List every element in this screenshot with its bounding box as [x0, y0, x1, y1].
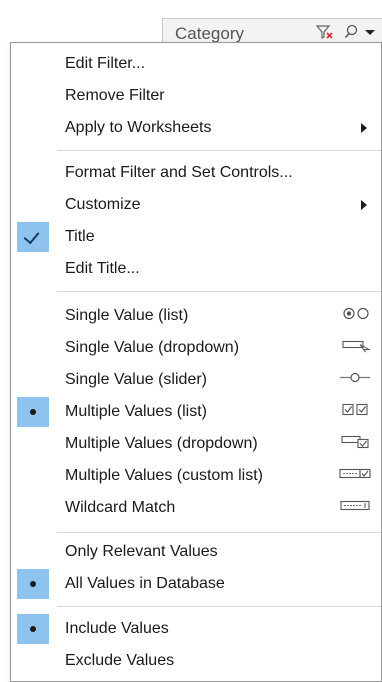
menu-separator: [57, 606, 381, 607]
menu-item-include-values[interactable]: Include Values: [11, 614, 381, 644]
menu-item-label: Single Value (dropdown): [65, 339, 240, 356]
menu-separator: [57, 532, 381, 533]
custom-list-icon: [339, 467, 371, 486]
menu-item-label: Exclude Values: [65, 652, 175, 669]
menu-item-edit-filter[interactable]: Edit Filter...: [11, 49, 381, 79]
menu-item-multiple-values-custom-list[interactable]: Multiple Values (custom list): [11, 461, 381, 491]
menu-item-multiple-values-dropdown[interactable]: Multiple Values (dropdown): [11, 429, 381, 459]
menu-item-label: Multiple Values (list): [65, 403, 207, 420]
menu-item-label: All Values in Database: [65, 575, 225, 592]
wildcard-field-icon: [339, 499, 371, 518]
menu-item-edit-title[interactable]: Edit Title...: [11, 254, 381, 284]
menu-item-title[interactable]: Title: [11, 222, 381, 252]
menu-item-single-value-list[interactable]: Single Value (list): [11, 301, 381, 331]
menu-item-label: Include Values: [65, 620, 169, 637]
menu-item-label: Format Filter and Set Controls...: [65, 164, 293, 181]
menu-item-label: Single Value (list): [65, 307, 189, 324]
multi-dropdown-icon: [341, 435, 371, 454]
menu-item-label: Title: [65, 228, 95, 245]
menu-item-single-value-slider[interactable]: Single Value (slider): [11, 365, 381, 395]
menu-item-customize[interactable]: Customize: [11, 190, 381, 220]
selected-bullet-icon: [17, 614, 49, 644]
menu-item-multiple-values-list[interactable]: Multiple Values (list): [11, 397, 381, 427]
menu-item-only-relevant-values[interactable]: Only Relevant Values: [11, 537, 381, 567]
menu-item-wildcard-match[interactable]: Wildcard Match: [11, 493, 381, 523]
checkmark-icon: [17, 222, 49, 252]
menu-item-label: Multiple Values (dropdown): [65, 435, 258, 452]
submenu-arrow-icon: [361, 123, 367, 133]
menu-item-remove-filter[interactable]: Remove Filter: [11, 81, 381, 111]
menu-item-exclude-values[interactable]: Exclude Values: [11, 646, 381, 676]
menu-item-label: Single Value (slider): [65, 371, 207, 388]
menu-item-label: Remove Filter: [65, 87, 165, 104]
menu-item-label: Apply to Worksheets: [65, 119, 212, 136]
menu-item-single-value-dropdown[interactable]: Single Value (dropdown): [11, 333, 381, 363]
selected-bullet-icon: [17, 569, 49, 599]
selected-bullet-icon: [17, 397, 49, 427]
radio-buttons-icon: [341, 307, 371, 326]
checkboxes-icon: [341, 403, 371, 422]
dropdown-control-icon: [341, 339, 371, 358]
filter-card-header: Category: [162, 18, 382, 44]
filter-card-area: Category: [0, 0, 382, 44]
menu-item-all-values-in-database[interactable]: All Values in Database: [11, 569, 381, 599]
menu-item-label: Edit Title...: [65, 260, 140, 277]
menu-item-label: Multiple Values (custom list): [65, 467, 263, 484]
menu-item-format-filter[interactable]: Format Filter and Set Controls...: [11, 158, 381, 188]
filter-context-menu: Edit Filter... Remove Filter Apply to Wo…: [10, 42, 382, 682]
menu-separator: [57, 291, 381, 292]
menu-item-label: Customize: [65, 196, 141, 213]
menu-item-label: Edit Filter...: [65, 55, 146, 72]
filter-card-title: Category: [175, 24, 244, 43]
slider-icon: [339, 371, 371, 390]
submenu-arrow-icon: [361, 200, 367, 210]
menu-separator: [57, 150, 381, 151]
menu-item-label: Wildcard Match: [65, 499, 176, 516]
menu-item-label: Only Relevant Values: [65, 543, 218, 560]
menu-item-apply-to-worksheets[interactable]: Apply to Worksheets: [11, 113, 381, 143]
